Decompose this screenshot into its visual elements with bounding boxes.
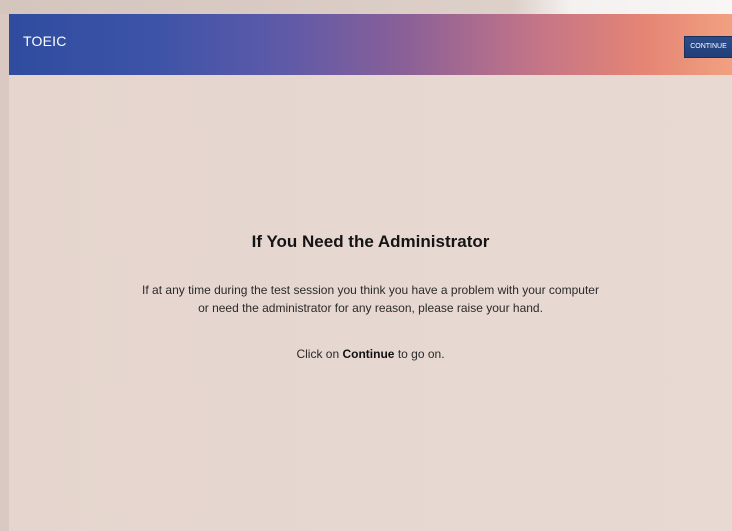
instruction-prefix: Click on bbox=[296, 347, 340, 361]
instructions-body: If at any time during the test session y… bbox=[40, 281, 701, 317]
screen: TOEIC CONTINUE If You Need the Administr… bbox=[0, 0, 732, 531]
instruction-suffix: to go on. bbox=[397, 347, 445, 361]
instruction-action: Continue bbox=[342, 347, 395, 361]
page-heading: If You Need the Administrator bbox=[251, 232, 490, 251]
app-title: TOEIC bbox=[23, 33, 67, 49]
body-line-1: If at any time during the test session y… bbox=[142, 283, 599, 297]
continue-button[interactable]: CONTINUE bbox=[684, 36, 732, 58]
header-bar: TOEIC CONTINUE bbox=[9, 14, 732, 75]
main-content: If You Need the Administrator If at any … bbox=[9, 75, 732, 531]
left-margin bbox=[0, 0, 9, 531]
body-line-2: or need the administrator for any reason… bbox=[198, 301, 543, 315]
top-strip bbox=[0, 0, 732, 14]
continue-instruction: Click on Continue to go on. bbox=[9, 347, 732, 361]
